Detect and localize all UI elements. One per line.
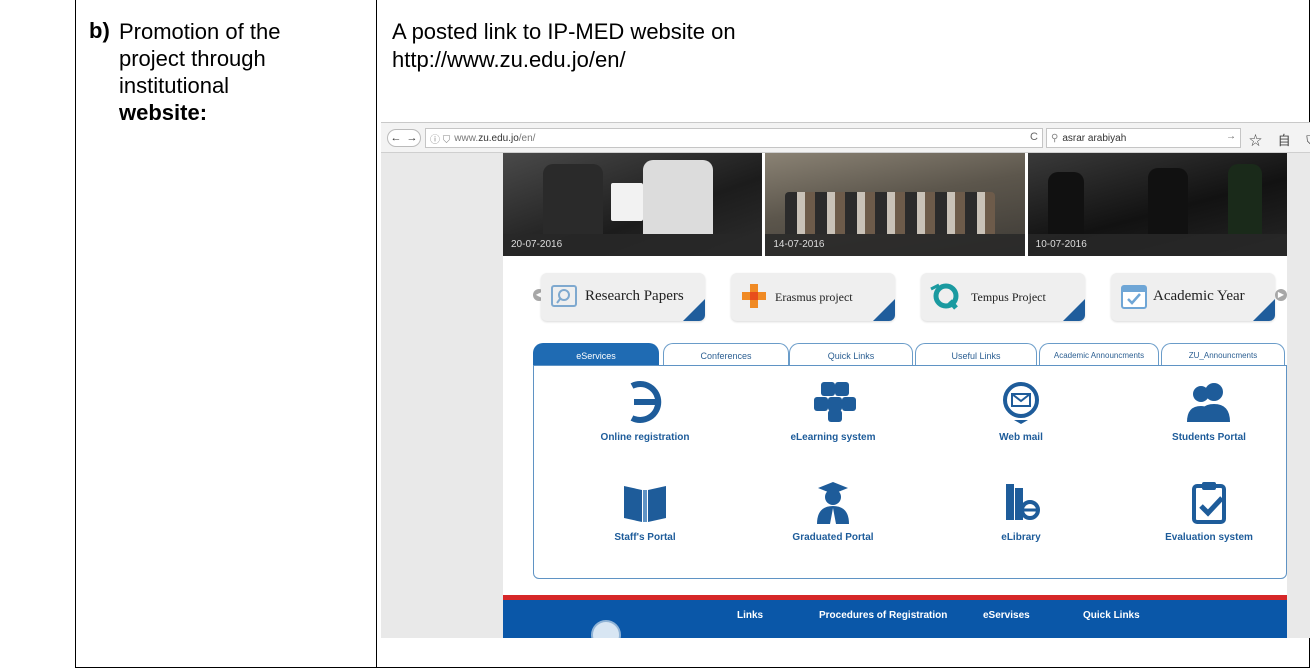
item-line-bold: website: <box>119 100 208 125</box>
service-staff-portal[interactable]: Staff's Portal <box>560 480 730 543</box>
tab-useful-links[interactable]: Useful Links <box>915 343 1037 365</box>
footer-eservises-heading[interactable]: eServises <box>983 610 1030 621</box>
url-bar[interactable]: ⓘ ⛉ www. zu.edu.jo/en/ C <box>425 128 1043 148</box>
footer-quick-links-heading[interactable]: Quick Links <box>1083 610 1140 621</box>
services-tabs: eServices Conferences Quick Links Useful… <box>533 343 1285 365</box>
search-go-icon[interactable]: → <box>1226 131 1236 142</box>
tab-quick-links[interactable]: Quick Links <box>789 343 913 365</box>
service-label: eLearning system <box>790 432 876 443</box>
search-value: asrar arabiyah <box>1062 132 1127 144</box>
url-path: /en/ <box>518 132 536 144</box>
reload-icon[interactable]: C <box>1030 131 1038 143</box>
corner-marker <box>1063 299 1085 321</box>
graduate-icon <box>817 482 849 524</box>
project-card[interactable]: Academic Year <box>1111 273 1275 321</box>
clipboard-check-icon <box>1192 482 1226 524</box>
project-label: Tempus Project <box>971 290 1046 304</box>
project-card[interactable]: Erasmus project <box>731 273 895 321</box>
forward-icon[interactable]: → <box>407 132 418 144</box>
elearning-cubes-icon <box>814 382 856 422</box>
services-panel: Online registration eLearning system Web… <box>533 365 1287 579</box>
erasmus-cross-icon <box>742 284 766 308</box>
mail-pin-icon <box>1003 382 1039 424</box>
photo-strip: 20-07-2016 14-07-2016 10-07-2016 <box>503 153 1287 256</box>
browser-toolbar: ← → ⓘ ⛉ www. zu.edu.jo/en/ C ⚲ asrar arab… <box>381 123 1310 153</box>
service-label: Web mail <box>999 432 1043 443</box>
item-title: Promotion of the project through institu… <box>119 18 369 126</box>
corner-marker <box>1253 299 1275 321</box>
item-marker: b) <box>89 18 110 43</box>
service-elibrary[interactable]: eLibrary <box>936 480 1106 543</box>
students-icon <box>1187 383 1230 422</box>
item-line: project through <box>119 46 266 71</box>
project-card[interactable]: Research Papers <box>541 273 705 321</box>
service-label: Staff's Portal <box>614 532 676 543</box>
tab-eservices[interactable]: eServices <box>533 343 659 365</box>
tab-academic-announcments[interactable]: Academic Announcments <box>1039 343 1159 365</box>
service-evaluation[interactable]: Evaluation system <box>1124 480 1294 543</box>
project-label: Academic Year <box>1153 288 1245 304</box>
project-carousel: ◀ Research Papers Erasmus project Tempus… <box>503 265 1287 325</box>
library-icon <box>1006 484 1040 520</box>
footer-links-heading[interactable]: Links <box>737 610 763 621</box>
service-label: Evaluation system <box>1165 532 1253 543</box>
back-icon[interactable]: ← <box>391 132 402 144</box>
news-photo[interactable]: 14-07-2016 <box>765 153 1025 256</box>
project-card[interactable]: Tempus Project <box>921 273 1085 321</box>
project-label: Erasmus project <box>775 290 853 304</box>
info-shield-icon: ⓘ ⛉ <box>430 134 451 146</box>
search-bar[interactable]: ⚲ asrar arabiyah → <box>1046 128 1241 148</box>
item-line: institutional <box>119 73 230 98</box>
news-photo[interactable]: 10-07-2016 <box>1027 153 1287 256</box>
column-divider <box>376 0 377 667</box>
tab-conferences[interactable]: Conferences <box>663 343 789 365</box>
item-line: Promotion of the <box>119 19 281 44</box>
service-online-registration[interactable]: Online registration <box>560 380 730 443</box>
corner-marker <box>873 299 895 321</box>
service-graduated-portal[interactable]: Graduated Portal <box>748 480 918 543</box>
service-web-mail[interactable]: Web mail <box>936 380 1106 443</box>
book-icon <box>624 486 666 522</box>
carousel-next-icon[interactable]: ▶ <box>1275 289 1287 301</box>
corner-marker <box>683 299 705 321</box>
service-label: Students Portal <box>1172 432 1246 443</box>
service-label: eLibrary <box>1001 532 1041 543</box>
site-footer: Links Procedures of Registration eServis… <box>503 595 1287 638</box>
service-elearning[interactable]: eLearning system <box>748 380 918 443</box>
nav-buttons[interactable]: ← → <box>387 129 421 147</box>
item-cell: b) Promotion of the project through inst… <box>76 0 376 125</box>
registration-e-icon <box>630 381 662 423</box>
magnifier-book-icon <box>551 285 577 307</box>
tab-zu-announcments[interactable]: ZU_Announcments <box>1161 343 1285 365</box>
description-link[interactable]: http://www.zu.edu.jo/en/ <box>392 46 736 74</box>
project-label: Research Papers <box>585 288 684 304</box>
calendar-check-icon <box>1121 285 1147 309</box>
photo-date: 10-07-2016 <box>1027 234 1287 256</box>
university-seal-icon <box>591 620 621 638</box>
search-icon: ⚲ <box>1051 132 1059 144</box>
photo-date: 14-07-2016 <box>765 234 1025 256</box>
footer-registration-heading[interactable]: Procedures of Registration <box>819 610 947 621</box>
description-line: A posted link to IP-MED website on <box>392 19 736 44</box>
url-prefix: www. <box>454 132 479 144</box>
description: A posted link to IP-MED website on http:… <box>392 18 736 74</box>
website-screenshot: ← → ⓘ ⛉ www. zu.edu.jo/en/ C ⚲ asrar arab… <box>381 122 1310 638</box>
news-photo[interactable]: 20-07-2016 <box>503 153 763 256</box>
service-students-portal[interactable]: Students Portal <box>1124 380 1294 443</box>
toolbar-icons[interactable]: ☆ 自 ⛉ <box>1249 130 1310 149</box>
web-page: 20-07-2016 14-07-2016 10-07-2016 ◀ Resea… <box>503 153 1287 638</box>
url-host: zu.edu.jo <box>478 132 519 144</box>
photo-date: 20-07-2016 <box>503 234 763 256</box>
tempus-logo-icon <box>930 283 959 310</box>
service-label: Graduated Portal <box>792 532 874 543</box>
service-label: Online registration <box>600 432 690 443</box>
